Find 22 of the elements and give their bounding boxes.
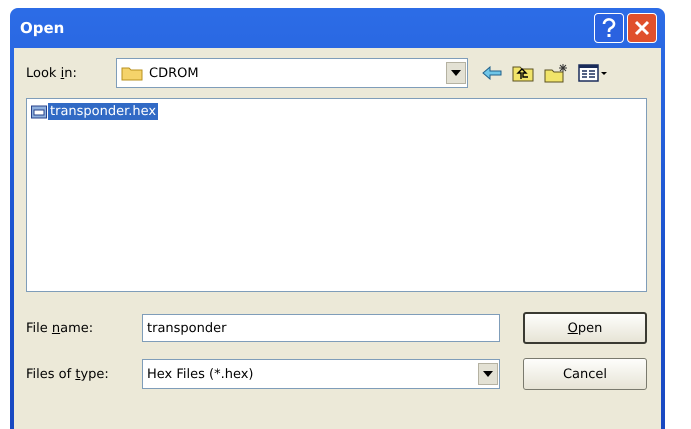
file-name-field[interactable]: transponder bbox=[142, 314, 500, 342]
help-button[interactable] bbox=[594, 13, 624, 43]
view-menu-icon[interactable] bbox=[578, 64, 608, 82]
cancel-button[interactable]: Cancel bbox=[523, 358, 647, 390]
dropdown-arrow-icon[interactable] bbox=[483, 371, 493, 377]
look-in-dropdown[interactable]: CDROM bbox=[116, 58, 468, 88]
back-arrow-icon[interactable] bbox=[482, 66, 502, 80]
window-title: Open bbox=[20, 19, 66, 37]
file-type-label: Files of type: bbox=[26, 366, 110, 382]
folder-icon bbox=[121, 65, 143, 81]
close-icon bbox=[634, 20, 650, 36]
file-item[interactable]: transponder.hex bbox=[48, 103, 158, 120]
question-mark-icon bbox=[601, 18, 617, 38]
close-button[interactable] bbox=[627, 13, 657, 43]
dropdown-arrow-icon[interactable] bbox=[451, 70, 461, 76]
new-folder-icon[interactable] bbox=[544, 63, 568, 83]
file-name-label: File name: bbox=[26, 320, 94, 336]
file-type-dropdown[interactable]: Hex Files (*.hex) bbox=[142, 359, 500, 389]
look-in-label: Look in: bbox=[26, 66, 78, 80]
file-icon bbox=[31, 104, 47, 120]
up-folder-icon[interactable] bbox=[512, 64, 534, 82]
open-button[interactable]: Open bbox=[523, 312, 647, 344]
